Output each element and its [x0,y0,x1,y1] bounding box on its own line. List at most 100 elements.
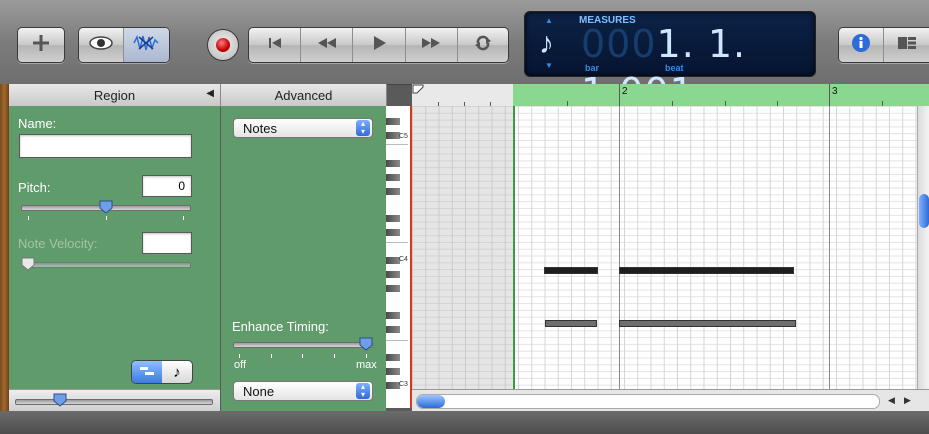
advanced-header: Advanced [221,84,387,107]
collapse-arrow-icon[interactable]: ◀ [206,88,214,99]
black-key[interactable] [386,382,400,389]
skip-to-start-icon [267,36,283,55]
slider-tick [271,354,272,358]
black-key[interactable] [386,271,400,278]
info-button[interactable] [839,28,884,62]
ruler-measure-2: 2 [622,86,628,97]
zoom-slider-track[interactable] [15,399,213,405]
black-key[interactable] [386,285,400,292]
lcd-up-arrow-icon[interactable]: ▲ [545,16,553,25]
rewind-button[interactable] [301,28,354,62]
black-key[interactable] [386,326,400,333]
fast-forward-icon [420,36,442,55]
midi-note[interactable] [544,267,598,274]
key-divider [386,144,408,145]
go-to-start-button[interactable] [249,28,302,62]
play-button[interactable] [353,28,406,62]
midi-note[interactable] [619,267,794,274]
info-button-group [838,27,929,63]
slider-tick [183,216,184,220]
scroll-right-arrow-icon[interactable]: ▶ [904,395,911,406]
display-popup[interactable]: Notes ▴ ▾ [233,118,373,138]
record-icon [216,38,230,52]
fast-forward-button[interactable] [406,28,458,62]
ruler-measure-3: 3 [832,86,838,97]
enhance-timing-slider-track[interactable] [233,342,373,348]
slider-max-label: max [356,359,377,371]
show-editor-button[interactable] [79,28,124,62]
zoom-slider-bar [9,389,220,412]
new-track-button[interactable] [18,28,64,62]
name-field[interactable] [19,134,192,158]
plus-icon [31,33,51,58]
timeline-ruler[interactable]: 2 3 [412,84,929,107]
black-key[interactable] [386,118,400,125]
black-key[interactable] [386,188,400,195]
vertical-scroll-thumb[interactable] [919,194,929,228]
advanced-header-title: Advanced [274,87,333,103]
info-icon [851,33,871,58]
horizontal-scrollbar[interactable]: ◀ ▶ [412,389,929,412]
zoom-slider-knob[interactable] [53,393,67,407]
media-browser-button[interactable] [884,28,929,62]
velocity-slider-track[interactable] [23,262,191,268]
octave-label-c4: C4 [399,256,408,263]
vertical-scrollbar[interactable] [917,106,929,389]
piano-keyboard[interactable]: C5 C4 C3 [386,106,412,408]
bottom-bar [0,411,929,434]
velocity-slider-knob[interactable] [21,257,35,271]
slider-tick [302,354,303,358]
playhead-icon[interactable] [412,84,424,98]
horizontal-scroll-track[interactable] [416,394,880,409]
piano-roll-grid[interactable] [412,106,917,389]
key-divider [386,242,408,243]
black-key[interactable] [386,132,400,139]
black-key[interactable] [386,215,400,222]
region-ruler-highlight [513,84,929,106]
black-key[interactable] [386,229,400,236]
enhance-timing-slider-knob[interactable] [359,337,373,351]
lcd-leading-zeros: 000 [581,22,657,66]
pre-region-area [412,106,513,389]
pitch-label: Pitch: [18,180,51,195]
scroll-left-arrow-icon[interactable]: ◀ [888,395,895,406]
black-key[interactable] [386,368,400,375]
pitch-slider-knob[interactable] [99,200,113,214]
black-key[interactable] [386,174,400,181]
play-icon [371,35,387,56]
popup-arrows-icon: ▴ ▾ [356,383,370,399]
midi-note[interactable] [545,320,597,327]
octave-label-c3: C3 [399,381,408,388]
slider-tick [366,354,367,358]
pitch-field[interactable]: 0 [142,175,192,197]
timing-popup[interactable]: None ▴ ▾ [233,381,373,401]
horizontal-scroll-thumb[interactable] [417,395,445,408]
enhance-timing-label: Enhance Timing: [232,319,329,334]
cycle-button[interactable] [458,28,508,62]
lcd-display[interactable]: ▲ ▼ MEASURES ♪ 0001. 1. 1.001 bar beat [524,11,816,114]
piano-roll-view-button[interactable] [132,361,162,383]
key-divider [386,340,408,341]
ruler-bar-line [619,84,620,106]
black-key[interactable] [386,160,400,167]
black-key[interactable] [386,257,400,264]
slider-tick [239,354,240,358]
view-mode-toggle: ♪ [131,360,193,384]
lcd-down-arrow-icon[interactable]: ▼ [545,61,553,70]
midi-note[interactable] [619,320,796,327]
region-header[interactable]: Region ◀ [9,84,221,107]
black-key[interactable] [386,312,400,319]
score-view-button[interactable]: ♪ [162,361,192,383]
black-key[interactable] [386,354,400,361]
scissors-button[interactable] [123,28,169,62]
scissors-icon [133,33,159,58]
record-button[interactable] [207,29,239,61]
popup-arrows-icon: ▴ ▾ [356,120,370,136]
octave-label-c5: C5 [399,133,408,140]
note-velocity-field[interactable] [142,232,192,254]
transport-controls [248,27,509,63]
timing-popup-value: None [243,384,275,399]
music-note-icon: ♪ [173,363,181,381]
region-panel: Name: Pitch: 0 Note Velocity: ♪ [9,106,220,389]
eye-icon [88,35,114,56]
